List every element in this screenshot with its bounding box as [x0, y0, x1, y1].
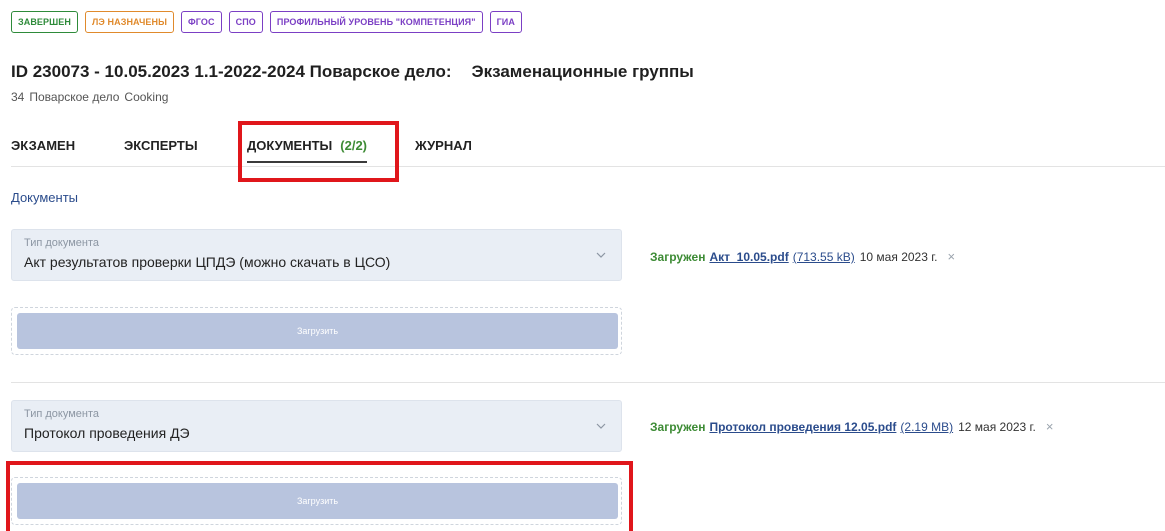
status-badge-completed: ЗАВЕРШЕН [11, 11, 78, 33]
status-badges: ЗАВЕРШЕН ЛЭ НАЗНАЧЕНЫ ФГОС СПО ПРОФИЛЬНЫ… [11, 11, 522, 33]
page-title-section: Экзаменационные группы [471, 62, 694, 81]
upload-date: 10 мая 2023 г. [859, 250, 938, 264]
competence-code: 34 [11, 90, 25, 104]
tab-documents-label: ДОКУМЕНТЫ [247, 138, 333, 153]
badge-gia: ГИА [489, 11, 522, 33]
tab-documents[interactable]: ДОКУМЕНТЫ (2/2) [247, 138, 368, 163]
file-link[interactable]: Акт_10.05.pdf [709, 250, 788, 264]
upload-status: Загружен Протокол проведения 12.05.pdf (2.… [650, 419, 1053, 434]
upload-dropzone[interactable]: Загрузить [11, 307, 622, 355]
badge-fgos: ФГОС [181, 11, 222, 33]
chevron-down-icon [596, 252, 606, 258]
tab-journal[interactable]: ЖУРНАЛ [415, 138, 472, 153]
page-title: ID 230073 - 10.05.2023 1.1-2022-2024 Пов… [11, 62, 694, 82]
document-block-2: Тип документа Протокол проведения ДЭ Заг… [11, 382, 1165, 531]
chevron-down-icon [596, 423, 606, 429]
upload-status-label: Загружен [650, 250, 706, 264]
file-size[interactable]: (713.55 kB) [793, 250, 855, 264]
status-badge-experts-assigned: ЛЭ НАЗНАЧЕНЫ [85, 11, 175, 33]
tab-bar: ЭКЗАМЕН ЭКСПЕРТЫ ДОКУМЕНТЫ (2/2) ЖУРНАЛ [11, 130, 1165, 167]
document-type-value: Акт результатов проверки ЦПДЭ (можно ска… [24, 254, 391, 270]
document-type-label: Тип документа [24, 237, 100, 249]
remove-file-icon[interactable]: × [947, 249, 955, 264]
file-size[interactable]: (2.19 MB) [900, 420, 953, 434]
upload-button[interactable]: Загрузить [17, 483, 618, 519]
tab-exam[interactable]: ЭКЗАМЕН [11, 138, 75, 153]
competence-name-en: Cooking [124, 90, 169, 104]
page-title-main: ID 230073 - 10.05.2023 1.1-2022-2024 Пов… [11, 62, 452, 81]
tab-experts[interactable]: ЭКСПЕРТЫ [124, 138, 198, 153]
competence-name-ru: Поварское дело [29, 90, 120, 104]
badge-spo: СПО [228, 11, 263, 33]
tab-documents-count: (2/2) [340, 138, 368, 153]
document-type-select[interactable]: Тип документа Протокол проведения ДЭ [11, 400, 622, 452]
document-type-label: Тип документа [24, 408, 100, 420]
upload-status-label: Загружен [650, 420, 706, 434]
file-link[interactable]: Протокол проведения 12.05.pdf [709, 420, 896, 434]
badge-profile-level: ПРОФИЛЬНЫЙ УРОВЕНЬ "КОМПЕТЕНЦИЯ" [269, 11, 483, 33]
document-type-value: Протокол проведения ДЭ [24, 425, 190, 441]
page-subtitle: 34 Поварское дело Cooking [11, 90, 168, 104]
upload-button[interactable]: Загрузить [17, 313, 618, 349]
upload-dropzone[interactable]: Загрузить [11, 477, 622, 525]
upload-status: Загружен Акт_10.05.pdf (713.55 kB) 10 мая 2… [650, 249, 955, 264]
remove-file-icon[interactable]: × [1046, 419, 1054, 434]
document-block-1: Тип документа Акт результатов проверки Ц… [11, 229, 1165, 369]
document-type-select[interactable]: Тип документа Акт результатов проверки Ц… [11, 229, 622, 281]
upload-date: 12 мая 2023 г. [958, 420, 1036, 434]
section-title-documents[interactable]: Документы [11, 190, 78, 205]
